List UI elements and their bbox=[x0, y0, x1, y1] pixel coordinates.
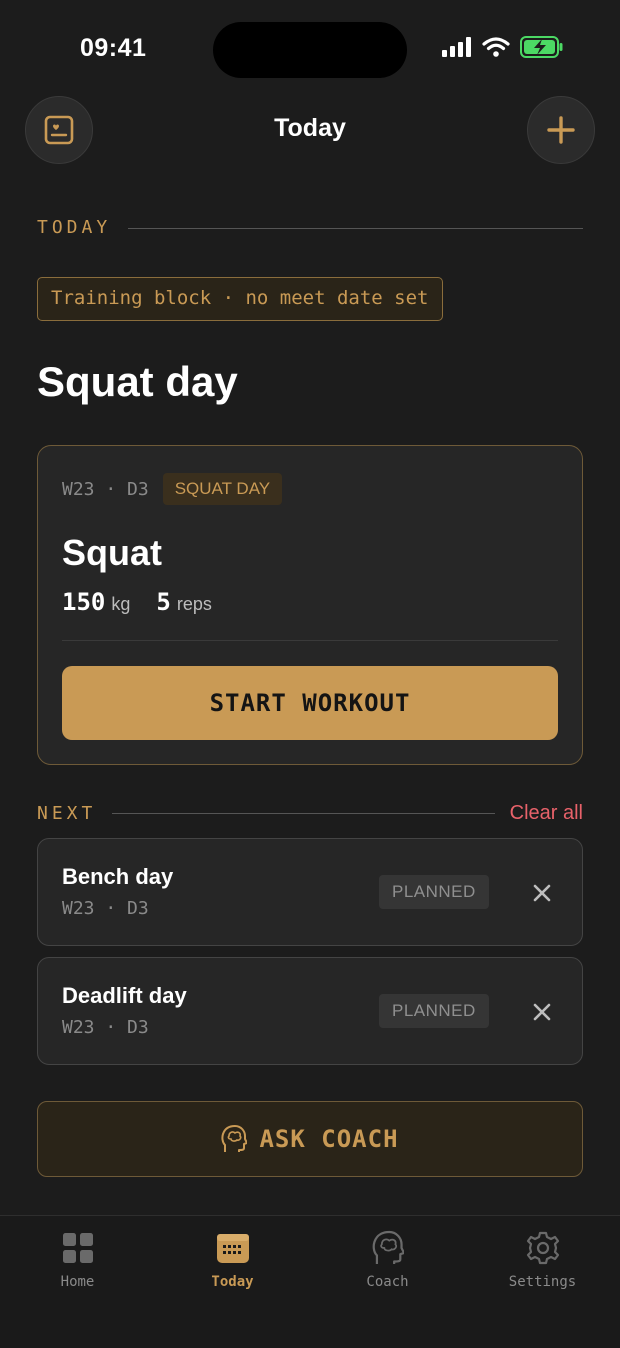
ask-coach-button[interactable]: ASK COACH bbox=[37, 1101, 583, 1177]
plus-icon bbox=[547, 116, 575, 144]
planned-workout-meta: W23 · D3 bbox=[62, 898, 149, 919]
tab-home[interactable]: Home bbox=[0, 1216, 155, 1316]
battery-icon bbox=[520, 36, 563, 58]
workout-card: W23 · D3 SQUAT DAY Squat 150 kg 5 reps S… bbox=[37, 445, 583, 765]
lift-stats: 150 kg 5 reps bbox=[62, 588, 212, 616]
reps-unit: reps bbox=[176, 594, 212, 614]
remove-button[interactable] bbox=[528, 879, 556, 907]
wifi-icon bbox=[482, 37, 510, 57]
weight-value: 150 bbox=[62, 588, 106, 616]
dynamic-island bbox=[213, 22, 407, 78]
status-icons bbox=[442, 36, 564, 58]
day-title: Squat day bbox=[37, 358, 238, 405]
brain-head-icon bbox=[372, 1230, 404, 1264]
calendar-icon bbox=[216, 1234, 249, 1263]
tab-today[interactable]: Today bbox=[155, 1216, 310, 1316]
planned-workout-card[interactable]: Deadlift day W23 · D3 PLANNED bbox=[37, 957, 583, 1065]
tab-settings[interactable]: Settings bbox=[465, 1216, 620, 1316]
remove-button[interactable] bbox=[528, 998, 556, 1026]
tab-bar: Home Today Coach Settings bbox=[0, 1215, 620, 1348]
add-button[interactable] bbox=[527, 96, 595, 164]
tab-home-label: Home bbox=[60, 1274, 95, 1290]
signal-icon bbox=[442, 37, 471, 57]
next-divider bbox=[112, 813, 495, 814]
reps-value: 5 bbox=[156, 588, 171, 616]
planned-workout-card[interactable]: Bench day W23 · D3 PLANNED bbox=[37, 838, 583, 946]
workout-meta: W23 · D3 bbox=[62, 478, 149, 500]
training-block-tag: Training block · no meet date set bbox=[37, 277, 443, 321]
gear-icon bbox=[526, 1231, 559, 1265]
close-icon bbox=[533, 884, 551, 902]
planned-workout-name: Deadlift day bbox=[62, 983, 187, 1008]
close-icon bbox=[533, 1003, 551, 1021]
planned-status-badge: PLANNED bbox=[379, 994, 489, 1028]
weight-unit: kg bbox=[111, 594, 131, 614]
planned-workout-name: Bench day bbox=[62, 864, 174, 889]
ask-coach-label: ASK COACH bbox=[259, 1125, 399, 1153]
planned-workout-meta: W23 · D3 bbox=[62, 1017, 149, 1038]
brain-head-icon bbox=[221, 1125, 248, 1152]
next-section-label: NEXT bbox=[37, 803, 97, 824]
grid-icon bbox=[62, 1233, 93, 1263]
tab-settings-label: Settings bbox=[508, 1274, 577, 1290]
tab-coach[interactable]: Coach bbox=[310, 1216, 465, 1316]
clear-all-button[interactable]: Clear all bbox=[510, 802, 583, 825]
day-type-badge: SQUAT DAY bbox=[162, 473, 283, 505]
planned-status-badge: PLANNED bbox=[379, 875, 489, 909]
today-section-label: TODAY bbox=[37, 217, 112, 238]
start-workout-button[interactable]: START WORKOUT bbox=[62, 666, 558, 740]
tab-coach-label: Coach bbox=[366, 1274, 409, 1290]
today-divider bbox=[128, 228, 583, 229]
card-divider bbox=[62, 640, 558, 641]
tab-today-label: Today bbox=[211, 1274, 254, 1290]
lift-name: Squat bbox=[62, 532, 163, 573]
status-time: 09:41 bbox=[80, 34, 147, 62]
